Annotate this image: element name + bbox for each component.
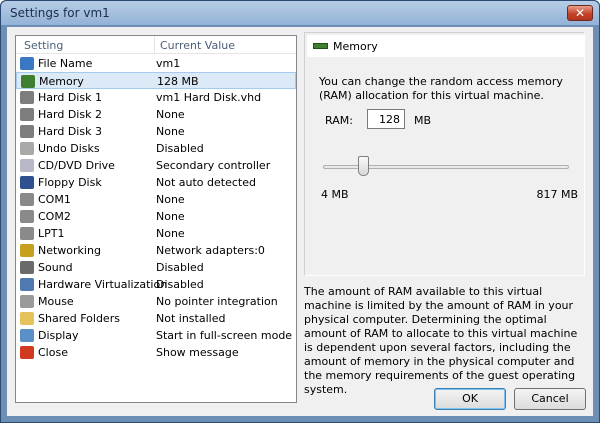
setting-value: Disabled xyxy=(156,261,204,274)
ok-button[interactable]: OK xyxy=(434,388,506,410)
setting-value: Disabled xyxy=(156,142,204,155)
setting-row-com2[interactable]: COM2 None xyxy=(16,208,296,225)
column-header-setting[interactable]: Setting xyxy=(24,39,63,52)
hard-disk-icon xyxy=(20,125,34,138)
setting-name: Networking xyxy=(38,244,101,257)
title-bar[interactable]: Settings for vm1 ✕ xyxy=(1,1,599,25)
mouse-icon xyxy=(20,295,34,308)
info-icon xyxy=(20,57,34,70)
setting-name: Memory xyxy=(39,75,84,88)
hard-disk-icon xyxy=(20,108,34,121)
slider-max-label: 817 MB xyxy=(536,188,578,201)
setting-row-networking[interactable]: Networking Network adapters:0 xyxy=(16,242,296,259)
hardware-virtualization-icon xyxy=(20,278,34,291)
setting-name: Sound xyxy=(38,261,73,274)
window-title: Settings for vm1 xyxy=(10,6,110,20)
setting-name: Hard Disk 2 xyxy=(38,108,102,121)
setting-value: Show message xyxy=(156,346,239,359)
panel-header: Memory xyxy=(307,35,584,57)
memory-panel: Memory You can change the random access … xyxy=(304,32,585,276)
hard-disk-icon xyxy=(20,91,34,104)
close-icon: ✕ xyxy=(574,6,586,20)
ram-label: RAM: xyxy=(325,114,353,127)
setting-value: Network adapters:0 xyxy=(156,244,265,257)
setting-value: vm1 xyxy=(156,57,181,70)
com-port-icon xyxy=(20,193,34,206)
setting-row-mouse[interactable]: Mouse No pointer integration xyxy=(16,293,296,310)
memory-icon xyxy=(21,75,35,88)
panel-title: Memory xyxy=(333,40,378,53)
sound-icon xyxy=(20,261,34,274)
memory-icon xyxy=(313,43,328,49)
setting-value: Not auto detected xyxy=(156,176,256,189)
list-header: Setting Current Value xyxy=(16,36,296,54)
ram-slider-thumb[interactable] xyxy=(358,156,370,176)
floppy-icon xyxy=(20,176,34,189)
setting-name: COM1 xyxy=(38,193,71,206)
setting-name: Floppy Disk xyxy=(38,176,102,189)
setting-row-floppy-disk[interactable]: Floppy Disk Not auto detected xyxy=(16,174,296,191)
setting-name: Undo Disks xyxy=(38,142,100,155)
setting-name: Display xyxy=(38,329,79,342)
setting-row-lpt1[interactable]: LPT1 None xyxy=(16,225,296,242)
column-divider[interactable] xyxy=(154,36,155,54)
setting-row-sound[interactable]: Sound Disabled xyxy=(16,259,296,276)
setting-value: None xyxy=(156,108,185,121)
setting-value: 128 MB xyxy=(157,75,199,88)
setting-name: CD/DVD Drive xyxy=(38,159,115,172)
cd-icon xyxy=(20,159,34,172)
setting-row-file-name[interactable]: File Name vm1 xyxy=(16,55,296,72)
cancel-button[interactable]: Cancel xyxy=(514,388,586,410)
setting-name: Mouse xyxy=(38,295,74,308)
setting-value: vm1 Hard Disk.vhd xyxy=(156,91,262,104)
ram-input[interactable] xyxy=(367,109,405,129)
network-icon xyxy=(20,244,34,257)
setting-value: None xyxy=(156,125,185,138)
close-window-button[interactable]: ✕ xyxy=(567,5,593,21)
setting-value: Disabled xyxy=(156,278,204,291)
settings-rows: File Name vm1 Memory 128 MB Hard Disk 1 vm1 H… xyxy=(16,55,296,361)
settings-window: Settings for vm1 ✕ Setting Current Value… xyxy=(0,0,600,423)
setting-row-hardware-virtualization[interactable]: Hardware Virtualization Disabled xyxy=(16,276,296,293)
setting-row-close[interactable]: Close Show message xyxy=(16,344,296,361)
setting-name: Hard Disk 3 xyxy=(38,125,102,138)
setting-row-display[interactable]: Display Start in full-screen mode xyxy=(16,327,296,344)
setting-name: LPT1 xyxy=(38,227,65,240)
setting-value: Secondary controller xyxy=(156,159,271,172)
setting-value: None xyxy=(156,227,185,240)
memory-description: You can change the random access memory … xyxy=(319,75,563,102)
ram-unit: MB xyxy=(414,114,432,127)
close-power-icon xyxy=(20,346,34,359)
setting-value: None xyxy=(156,210,185,223)
folder-icon xyxy=(20,312,34,325)
setting-value: Start in full-screen mode xyxy=(156,329,293,342)
setting-row-hard-disk-1[interactable]: Hard Disk 1 vm1 Hard Disk.vhd xyxy=(16,89,296,106)
setting-value: Not installed xyxy=(156,312,226,325)
setting-row-memory[interactable]: Memory 128 MB xyxy=(16,72,296,89)
setting-row-shared-folders[interactable]: Shared Folders Not installed xyxy=(16,310,296,327)
setting-row-hard-disk-3[interactable]: Hard Disk 3 None xyxy=(16,123,296,140)
setting-row-cd-dvd-drive[interactable]: CD/DVD Drive Secondary controller xyxy=(16,157,296,174)
undo-disk-icon xyxy=(20,142,34,155)
setting-name: Shared Folders xyxy=(38,312,120,325)
setting-value: None xyxy=(156,193,185,206)
setting-row-undo-disks[interactable]: Undo Disks Disabled xyxy=(16,140,296,157)
setting-value: No pointer integration xyxy=(156,295,278,308)
setting-name: Hard Disk 1 xyxy=(38,91,102,104)
setting-row-com1[interactable]: COM1 None xyxy=(16,191,296,208)
dialog-body: Setting Current Value File Name vm1 Memory… xyxy=(7,27,593,416)
setting-name: Close xyxy=(38,346,68,359)
setting-name: COM2 xyxy=(38,210,71,223)
setting-name: Hardware Virtualization xyxy=(38,278,168,291)
setting-row-hard-disk-2[interactable]: Hard Disk 2 None xyxy=(16,106,296,123)
settings-list[interactable]: Setting Current Value File Name vm1 Memory… xyxy=(15,35,297,403)
display-icon xyxy=(20,329,34,342)
setting-name: File Name xyxy=(38,57,93,70)
column-header-current-value[interactable]: Current Value xyxy=(160,39,235,52)
slider-min-label: 4 MB xyxy=(321,188,349,201)
memory-info-text: The amount of RAM available to this virt… xyxy=(304,285,578,396)
lpt-port-icon xyxy=(20,227,34,240)
com-port-icon xyxy=(20,210,34,223)
